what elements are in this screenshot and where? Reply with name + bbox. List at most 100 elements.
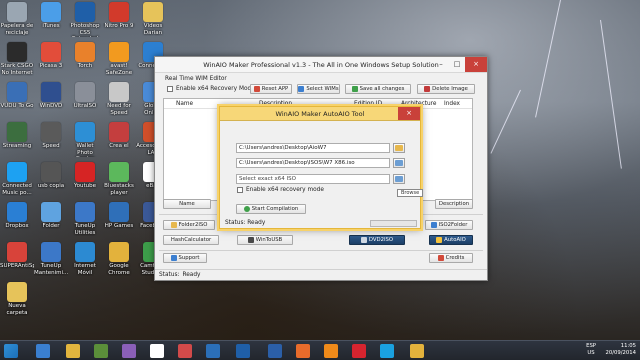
app-icon — [7, 82, 27, 102]
desktop-icon[interactable]: VUDU To Go — [0, 82, 34, 110]
enable-x64-recovery-checkbox[interactable]: Enable x64 Recovery Mode — [167, 86, 255, 92]
close-button[interactable]: × — [465, 57, 487, 72]
app-icon — [109, 82, 129, 102]
app-icon — [75, 242, 95, 262]
delete-image-button[interactable]: Delete Image — [417, 84, 475, 94]
desktop-icon-label: Bluestacks player — [104, 183, 134, 196]
desktop-icon[interactable]: TuneUp Utilities — [68, 202, 102, 236]
taskbar-vlc-icon[interactable] — [324, 344, 338, 358]
taskbar-internet-explorer-icon[interactable] — [36, 344, 50, 358]
taskbar-hp-icon[interactable] — [150, 344, 164, 358]
support-button[interactable]: Support — [163, 253, 207, 263]
clock[interactable]: 11:05 20/09/2014 — [605, 343, 636, 357]
taskbar-word-icon[interactable] — [268, 344, 282, 358]
desktop-icon-label: HP Games — [104, 223, 134, 229]
checkbox-box[interactable] — [237, 187, 243, 193]
desktop-icon[interactable]: usb copia — [34, 162, 68, 190]
desktop-icon[interactable]: Dropbox — [0, 202, 34, 230]
desktop-icon[interactable]: Stark CSGO No Internet — [0, 42, 34, 76]
wintousb-button[interactable]: WinToUSB — [237, 235, 293, 245]
taskbar-calendar-icon[interactable] — [178, 344, 192, 358]
credits-button[interactable]: Credits — [429, 253, 473, 263]
desktop-icon[interactable]: Folder — [34, 202, 68, 230]
taskbar-opera-icon[interactable] — [352, 344, 366, 358]
iso2folder-button[interactable]: ISO2Folder — [425, 220, 473, 230]
desktop-icon[interactable]: Wallet Photo Center — [68, 122, 102, 157]
language-indicator[interactable]: ESP US — [586, 343, 596, 357]
desktop-icon[interactable]: avast! SafeZone — [102, 42, 136, 76]
browse-x64-iso-button[interactable] — [393, 174, 405, 184]
taskbar-start-icon[interactable] — [4, 344, 18, 358]
dialog-close-button[interactable]: × — [398, 107, 420, 120]
x86-iso-path-field[interactable]: C:\Users\andres\Desktop\ISOS\W7 X86.iso — [236, 158, 390, 168]
taskbar-file-explorer-icon[interactable] — [66, 344, 80, 358]
app-icon — [7, 202, 27, 222]
main-status-value: Ready — [182, 272, 201, 278]
desktop-icon[interactable]: Internet Móvil — [68, 242, 102, 276]
name-button[interactable]: Name — [163, 199, 211, 209]
folder2iso-button[interactable]: Folder2ISO — [163, 220, 215, 230]
taskbar-app-icon[interactable] — [296, 344, 310, 358]
save-all-changes-button[interactable]: Save all changes — [345, 84, 411, 94]
enable-x64-recovery-dialog-checkbox[interactable]: Enable x64 recovery mode — [237, 187, 324, 193]
browse-folder-button[interactable] — [393, 143, 405, 153]
desktop-icon[interactable]: Crea el — [102, 122, 136, 150]
desktop-icon[interactable]: Torch — [68, 42, 102, 70]
desktop-icon[interactable]: Bluestacks player — [102, 162, 136, 196]
app-icon — [7, 242, 27, 262]
desktop-icon[interactable]: SUPERAntiSpyware — [0, 242, 34, 270]
desktop-icon-label: Crea el — [109, 143, 129, 149]
taskbar-paint-icon[interactable] — [206, 344, 220, 358]
desktop-icon[interactable]: Nitro Pro 9 — [102, 2, 136, 30]
dvd2iso-button[interactable]: DVD2ISO — [349, 235, 405, 245]
select-wims-button[interactable]: Select WIMs — [297, 84, 340, 94]
taskbar-store-icon[interactable] — [94, 344, 108, 358]
desktop-icon[interactable]: Speed — [34, 122, 68, 150]
reset-app-button[interactable]: Reset APP — [250, 84, 292, 94]
desktop-icon[interactable]: iTunes — [34, 2, 68, 30]
select-icon — [298, 86, 305, 92]
description-button[interactable]: Description — [435, 199, 473, 209]
desktop-icon[interactable]: Nueva carpeta — [0, 282, 34, 316]
desktop-icon[interactable]: HP Games — [102, 202, 136, 230]
maximize-button[interactable]: □ — [449, 57, 465, 72]
checkbox-box[interactable] — [167, 86, 173, 92]
x64-iso-path-field[interactable]: Select exact x64 ISO — [236, 174, 390, 184]
desktop-icon[interactable]: Vídeos Darian — [136, 2, 170, 36]
support-label: Support — [178, 255, 200, 261]
app-icon — [7, 162, 27, 182]
wim-editor-label: Real Time WIM Editor — [165, 76, 227, 82]
column-header-index[interactable]: Index — [444, 101, 460, 107]
desktop-icon[interactable]: Photoshop CS5 Extended — [68, 2, 102, 37]
column-header-name[interactable]: Name — [176, 101, 193, 107]
taskbar-chrome-icon[interactable] — [410, 344, 424, 358]
taskbar-media-icon[interactable] — [122, 344, 136, 358]
taskbar-photoshop-icon[interactable] — [236, 344, 250, 358]
desktop-icon[interactable]: Need for Speed — [102, 82, 136, 116]
start-compilation-button[interactable]: Start Compilation — [236, 204, 306, 214]
app-icon — [75, 122, 95, 142]
desktop-icon[interactable]: Streaming — [0, 122, 34, 150]
browse-x86-iso-button[interactable] — [393, 158, 405, 168]
aio-folder-path-field[interactable]: C:\Users\andres\Desktop\AioW7 — [236, 143, 390, 153]
desktop-icon[interactable]: Picasa 3 — [34, 42, 68, 70]
desktop-icon[interactable]: Youtube — [68, 162, 102, 190]
clock-date: 20/09/2014 — [605, 350, 636, 356]
desktop-icon-label: Torch — [77, 63, 93, 69]
desktop-icon[interactable]: Connected Music po... — [0, 162, 34, 196]
desktop-icon[interactable]: Google Chrome — [102, 242, 136, 276]
hash-calculator-button[interactable]: HashCalculator — [163, 235, 219, 245]
autoaio-button[interactable]: AutoAIO — [429, 235, 473, 245]
disc-icon — [430, 222, 437, 228]
desktop-icon-label: Folder — [42, 223, 60, 229]
delete-image-label: Delete Image — [432, 86, 468, 92]
desktop-icon-label: TuneUp Mantenimi... — [34, 263, 68, 276]
folder2iso-label: Folder2ISO — [178, 222, 208, 228]
desktop-icon-label: Nueva carpeta — [6, 303, 28, 316]
minimize-button[interactable]: – — [433, 57, 449, 72]
desktop-icon[interactable]: TuneUp Mantenimi... — [34, 242, 68, 276]
desktop-icon[interactable]: Papelera de reciclaje — [0, 2, 34, 36]
desktop-icon[interactable]: WinDVD — [34, 82, 68, 110]
taskbar-skype-icon[interactable] — [380, 344, 394, 358]
desktop-icon[interactable]: UltraISO — [68, 82, 102, 110]
